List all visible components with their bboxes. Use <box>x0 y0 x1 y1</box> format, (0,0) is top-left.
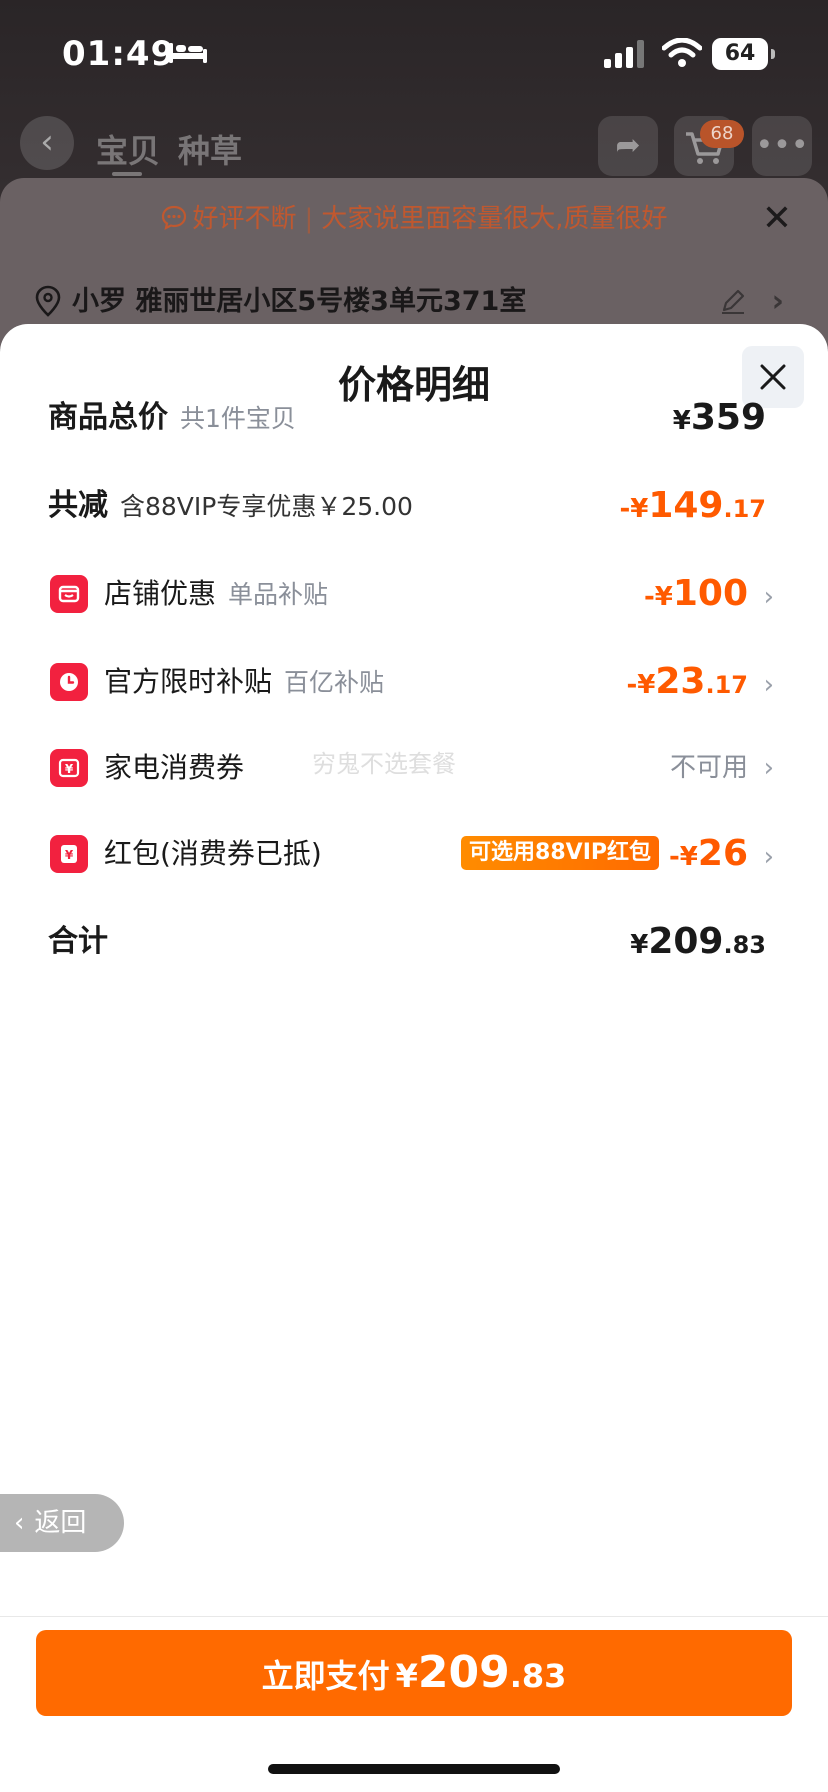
vip-redpacket-tag[interactable]: 可选用88VIP红包 <box>461 836 659 870</box>
reduction-label: 共减 <box>48 488 108 523</box>
pay-currency: ¥ <box>395 1657 418 1695</box>
official-subsidy-label: 官方限时补贴 <box>104 665 273 698</box>
red-packet-amount: 可选用88VIP红包 -¥26 › <box>461 824 774 884</box>
chevron-right-icon: › <box>763 582 774 612</box>
shop-discount-amount: -¥100 › <box>644 564 774 624</box>
location-pin-icon <box>35 285 61 317</box>
footer-divider <box>0 1616 828 1617</box>
currency-symbol: -¥ <box>619 494 649 524</box>
share-icon[interactable]: ➦ <box>598 116 658 176</box>
wifi-icon <box>662 38 702 67</box>
price-integer: 149 <box>648 485 724 526</box>
currency-symbol: -¥ <box>643 582 673 612</box>
pay-now-button[interactable]: 立即支付 ¥209.83 <box>36 1630 792 1716</box>
notice-part1: 好评不断 <box>192 204 297 234</box>
edit-icon[interactable] <box>718 286 748 316</box>
battery-icon: 64 <box>712 38 775 70</box>
reduction-note: 含88VIP专享优惠￥25.00 <box>120 492 413 521</box>
item-total-price: ¥359 <box>673 388 766 448</box>
row-official-subsidy[interactable]: 官方限时补贴 百亿补贴 -¥23.17 › <box>48 652 774 712</box>
item-count: 共1件宝贝 <box>180 404 296 433</box>
review-notice: 好评不断 | 大家说里面容量很大,质量很好 ✕ <box>0 190 828 248</box>
currency-symbol: -¥ <box>626 670 656 700</box>
cart-count-badge: 68 <box>700 120 744 148</box>
price-integer: 100 <box>672 573 748 614</box>
yen-coupon-icon: ¥ <box>50 749 88 787</box>
tab-underline <box>112 172 142 176</box>
chevron-right-icon: › <box>763 842 774 872</box>
price-integer: 26 <box>697 833 748 874</box>
chevron-right-icon: › <box>763 670 774 700</box>
price-integer: 359 <box>690 397 766 438</box>
appliance-coupon-status: 不可用 › <box>670 738 774 798</box>
shipping-address: 小罗 雅丽世居小区5号楼3单元371室 › <box>34 276 794 328</box>
notice-divider: | <box>304 204 314 234</box>
back-button[interactable]: ‹ 返回 <box>0 1494 124 1552</box>
pay-decimal: .83 <box>509 1657 567 1695</box>
official-subsidy-note: 百亿补贴 <box>284 668 385 697</box>
shop-discount-note: 单品补贴 <box>228 580 329 609</box>
chevron-left-icon: ‹ <box>14 1508 25 1538</box>
chevron-right-icon[interactable]: › <box>772 276 784 328</box>
product-nav-bar: ‹ 宝贝 种草 ➦ 68 ••• <box>0 112 828 182</box>
sum-amount: ¥209.83 <box>630 912 766 972</box>
row-item-total: 商品总价 共1件宝贝 ¥359 <box>48 388 766 448</box>
item-total-label: 商品总价 <box>48 400 168 435</box>
sum-label: 合计 <box>48 924 108 959</box>
pay-label: 立即支付 <box>261 1657 390 1695</box>
home-indicator[interactable] <box>268 1764 560 1774</box>
price-integer: 23 <box>655 661 706 702</box>
svg-text:¥: ¥ <box>65 848 74 862</box>
more-icon[interactable]: ••• <box>752 116 812 176</box>
unavailable-text: 不可用 <box>669 753 748 783</box>
notice-part2: 大家说里面容量很大,质量很好 <box>321 204 668 234</box>
price-decimal: .17 <box>705 671 748 699</box>
currency-symbol: ¥ <box>630 930 649 960</box>
tab-zhongcao[interactable]: 种草 <box>178 126 242 172</box>
price-detail-sheet: 价格明细 商品总价 共1件宝贝 ¥359 共减 含88VIP专享优惠￥25.00 -… <box>0 324 828 1792</box>
bed-icon <box>169 43 207 63</box>
close-icon[interactable]: ✕ <box>762 190 792 248</box>
row-red-packet[interactable]: ¥ 红包(消费券已抵) 可选用88VIP红包 -¥26 › <box>48 824 774 884</box>
back-icon[interactable]: ‹ <box>20 116 74 170</box>
tab-baobei[interactable]: 宝贝 <box>96 126 160 172</box>
chevron-right-icon: › <box>763 753 774 783</box>
row-total-reduction: 共减 含88VIP专享优惠￥25.00 -¥149.17 <box>48 476 766 536</box>
clock-icon <box>50 663 88 701</box>
price-decimal: .17 <box>723 495 766 523</box>
currency-symbol: -¥ <box>669 842 698 872</box>
row-sum: 合计 ¥209.83 <box>48 912 766 972</box>
chat-icon <box>162 205 187 231</box>
yen-redpacket-icon: ¥ <box>50 835 88 873</box>
row-appliance-coupon[interactable]: ¥ 家电消费券 不可用 › <box>48 738 774 798</box>
official-subsidy-amount: -¥23.17 › <box>626 652 774 712</box>
red-packet-label: 红包(消费券已抵) <box>104 837 322 870</box>
status-time: 01:49 <box>62 34 176 74</box>
pay-integer: 209 <box>417 1647 510 1698</box>
shop-icon <box>50 575 88 613</box>
price-decimal: .83 <box>723 931 766 959</box>
back-label: 返回 <box>34 1508 87 1538</box>
status-bar: 01:49 64 <box>0 0 828 110</box>
signal-icon <box>604 40 644 68</box>
appliance-coupon-label: 家电消费券 <box>104 751 245 784</box>
price-integer: 209 <box>648 921 724 962</box>
svg-text:¥: ¥ <box>65 762 74 776</box>
battery-level: 64 <box>724 41 756 66</box>
shop-discount-label: 店铺优惠 <box>104 577 217 610</box>
address-text: 小罗 雅丽世居小区5号楼3单元371室 <box>72 286 527 317</box>
reduction-amount: -¥149.17 <box>619 476 766 536</box>
row-shop-discount[interactable]: 店铺优惠 单品补贴 -¥100 › <box>48 564 774 624</box>
currency-symbol: ¥ <box>672 406 691 436</box>
